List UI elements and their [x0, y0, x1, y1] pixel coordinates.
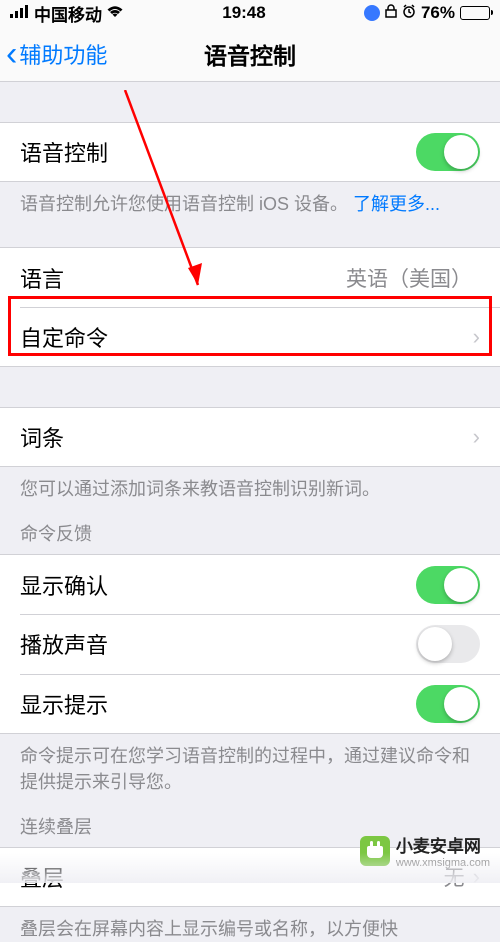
learn-more-link[interactable]: 了解更多... — [353, 194, 440, 214]
lock-icon — [385, 3, 397, 23]
alarm-icon — [402, 3, 416, 23]
voice-control-footer: 语音控制允许您使用语音控制 iOS 设备。 了解更多... — [0, 182, 500, 217]
status-bar: 中国移动 19:48 76% — [0, 0, 500, 26]
vocabulary-label: 词条 — [20, 421, 64, 453]
show-confirm-toggle[interactable] — [416, 566, 480, 604]
chevron-left-icon: ‹ — [6, 37, 17, 71]
feedback-header: 命令反馈 — [0, 502, 500, 554]
custom-commands-cell[interactable]: 自定命令 › — [0, 307, 500, 367]
language-label: 语言 — [20, 262, 64, 294]
feedback-footer: 命令提示可在您学习语音控制的过程中，通过建议命令和提供提示来引导您。 — [0, 734, 500, 794]
language-value: 英语（美国） — [346, 263, 472, 293]
voice-control-label: 语音控制 — [20, 136, 108, 168]
signal-icon — [10, 3, 30, 23]
chevron-right-icon: › — [473, 324, 480, 350]
wifi-icon — [106, 3, 124, 23]
watermark: 小麦安卓网 www.xmsigma.com — [360, 832, 490, 869]
watermark-url: www.xmsigma.com — [396, 857, 490, 869]
language-cell[interactable]: 语言 英语（美国） — [0, 247, 500, 307]
show-confirm-label: 显示确认 — [20, 569, 108, 601]
vocabulary-cell[interactable]: 词条 › — [0, 407, 500, 467]
carrier-label: 中国移动 — [34, 1, 102, 26]
show-hints-toggle[interactable] — [416, 685, 480, 723]
voice-control-toggle[interactable] — [416, 133, 480, 171]
show-hints-label: 显示提示 — [20, 688, 108, 720]
battery-icon — [460, 6, 490, 20]
watermark-name: 小麦安卓网 — [396, 837, 481, 856]
status-right: 76% — [364, 3, 490, 23]
chevron-right-icon: › — [473, 424, 480, 450]
play-sound-toggle[interactable] — [416, 625, 480, 663]
status-left: 中国移动 — [10, 1, 124, 26]
play-sound-label: 播放声音 — [20, 628, 108, 660]
battery-percent: 76% — [421, 3, 455, 23]
microphone-indicator-icon — [364, 5, 380, 21]
overlay-label: 叠层 — [20, 861, 64, 893]
nav-header: ‹ 辅助功能 语音控制 — [0, 26, 500, 82]
play-sound-cell: 播放声音 — [0, 614, 500, 674]
show-confirm-cell: 显示确认 — [0, 554, 500, 614]
status-time: 19:48 — [222, 3, 265, 23]
back-label: 辅助功能 — [19, 38, 107, 70]
custom-commands-label: 自定命令 — [20, 321, 108, 353]
back-button[interactable]: ‹ 辅助功能 — [0, 37, 107, 71]
voice-control-cell: 语音控制 — [0, 122, 500, 182]
overlay-footer: 叠层会在屏幕内容上显示编号或名称，以方便快 — [0, 907, 500, 942]
vocabulary-footer: 您可以通过添加词条来教语音控制识别新词。 — [0, 467, 500, 502]
show-hints-cell: 显示提示 — [0, 674, 500, 734]
watermark-logo-icon — [360, 836, 390, 866]
